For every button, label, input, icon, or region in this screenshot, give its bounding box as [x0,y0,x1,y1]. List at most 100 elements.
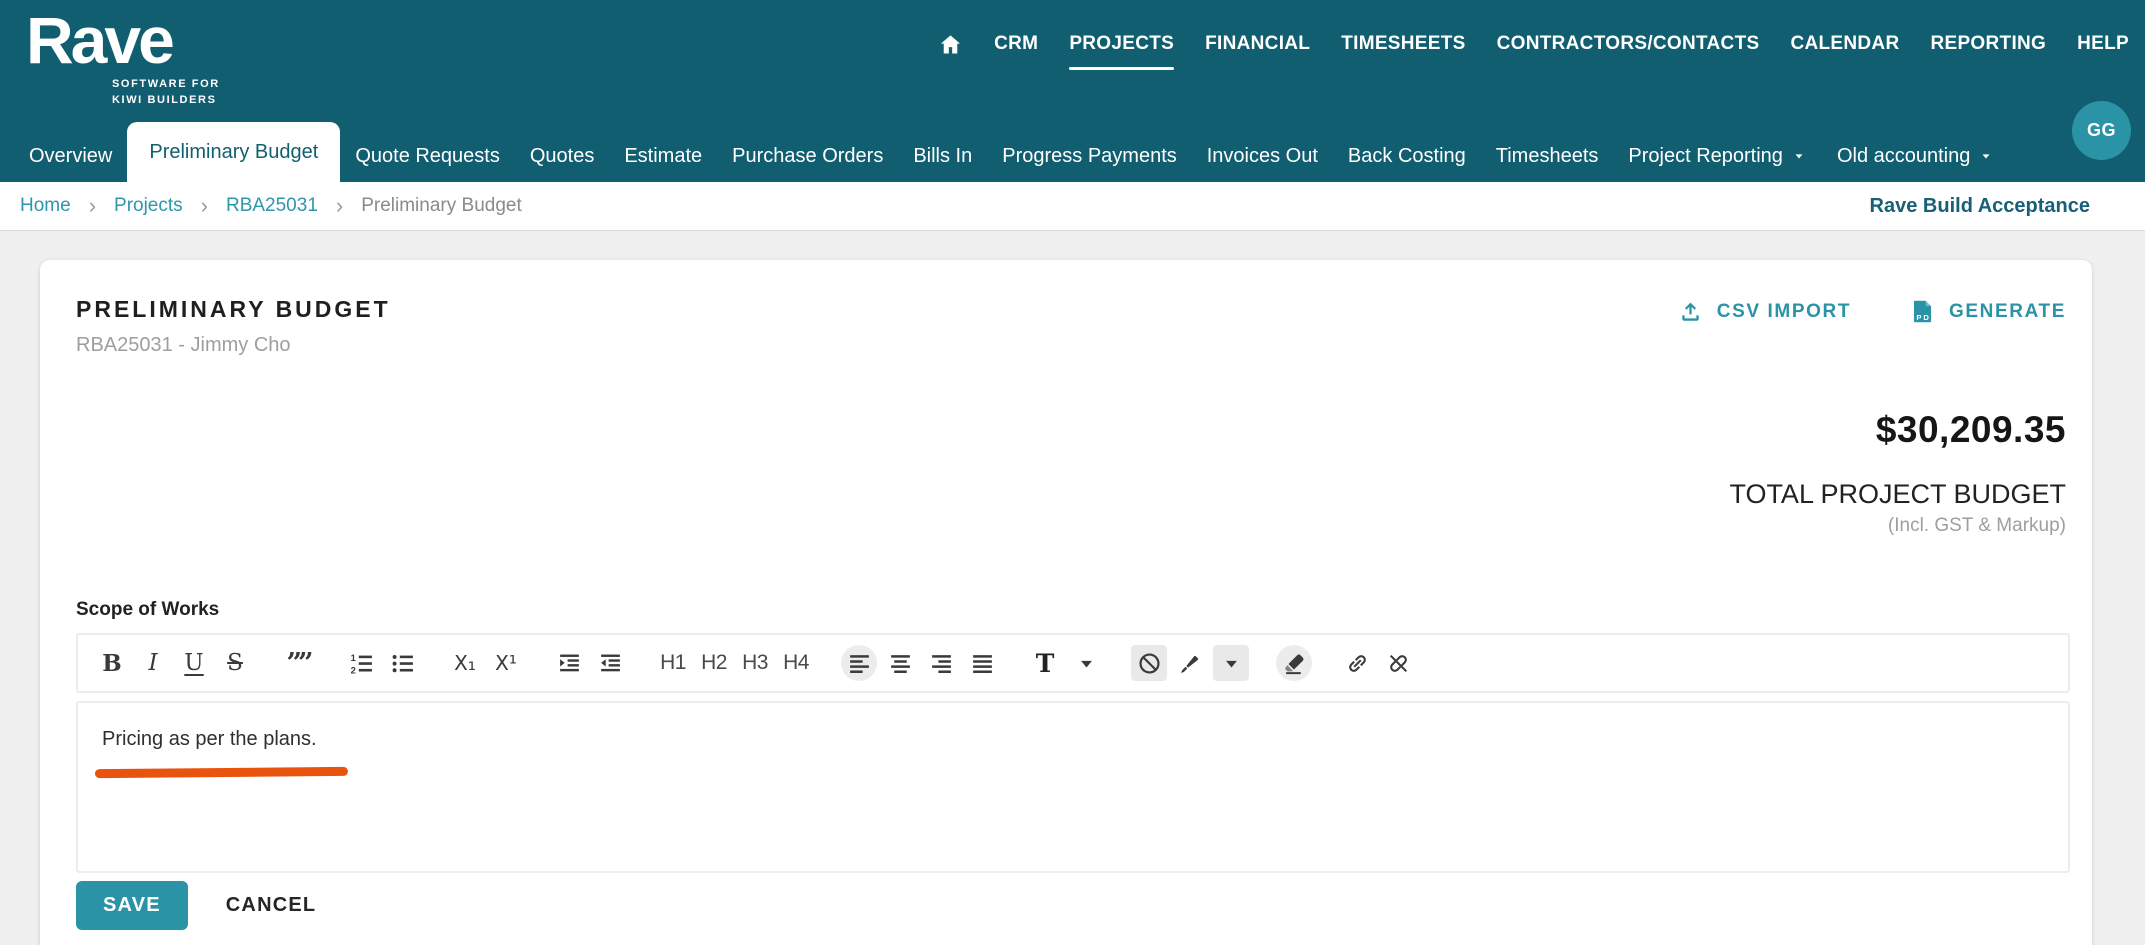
tab-old-accounting[interactable]: Old accounting [1822,130,2009,182]
outdent-icon [598,651,623,676]
outdent-button[interactable] [592,645,628,681]
nav-financial[interactable]: FINANCIAL [1205,33,1310,55]
cancel-button[interactable]: CANCEL [226,894,317,917]
align-right-icon [929,651,954,676]
pdf-file-icon: PDF [1909,298,1936,325]
tab-back-costing[interactable]: Back Costing [1333,130,1481,182]
tab-estimate[interactable]: Estimate [609,130,717,182]
nav-timesheets[interactable]: TIMESHEETS [1341,33,1465,55]
no-highlight-button[interactable] [1131,645,1167,681]
toolbar-group: ”” [280,645,316,681]
subscript-button[interactable]: X₁ [447,645,483,681]
strikethrough-button[interactable]: S [217,645,253,681]
nav-help[interactable]: HELP [2077,33,2129,55]
home-icon [938,32,963,57]
top-nav: CRM PROJECTS FINANCIAL TIMESHEETS CONTRACTOR… [938,14,2129,74]
editor-text: Pricing as per the plans. [102,728,317,750]
align-center-button[interactable] [882,645,918,681]
app-root: Rave SOFTWARE FOR KIWI BUILDERS CRM PROJE… [0,0,2145,945]
total-amount: $30,209.35 [1875,409,2066,450]
orange-annotation-line [94,766,349,779]
card-header: PRELIMINARY BUDGET RBA25031 - Jimmy Cho … [70,296,2076,357]
caret-down-icon [1074,651,1099,676]
eraser-button[interactable] [1276,645,1312,681]
toolbar-group [841,645,1000,681]
toolbar-group [551,645,628,681]
breadcrumb-right: Rave Build Acceptance [1870,195,2125,218]
nav-calendar[interactable]: CALENDAR [1790,33,1899,55]
app-header: Rave SOFTWARE FOR KIWI BUILDERS CRM PROJE… [0,0,2145,130]
total-label: TOTAL PROJECT BUDGET [1729,479,2066,509]
italic-button[interactable]: I [135,645,171,681]
bullet-list-button[interactable] [384,645,420,681]
superscript-button[interactable]: X¹ [488,645,524,681]
heading-4-button[interactable]: H4 [778,645,814,681]
align-center-icon [888,651,913,676]
project-selector-label: Rave Build Acceptance [1869,194,2090,217]
highlighter-icon [1178,651,1203,676]
nav-reporting[interactable]: REPORTING [1930,33,2046,55]
ordered-list-icon: 12 [349,651,374,676]
tab-overview[interactable]: Overview [14,130,127,182]
upload-icon [1677,298,1704,325]
heading-1-label: H1 [660,651,686,674]
link-button[interactable] [1339,645,1375,681]
generate-button[interactable]: PDF GENERATE [1909,298,2066,325]
tab-timesheets[interactable]: Timesheets [1481,130,1614,182]
breadcrumb-rba25031[interactable]: RBA25031 [226,195,318,217]
heading-2-button[interactable]: H2 [696,645,732,681]
avatar[interactable]: GG [2072,101,2131,160]
tab-quotes[interactable]: Quotes [515,130,609,182]
blockquote-button[interactable]: ”” [280,645,316,681]
align-justify-icon [970,651,995,676]
toolbar-group: T [1027,645,1104,681]
align-left-button[interactable] [841,645,877,681]
rich-text-editor: B I U S ”” 1 2 X₁ X¹ H1 H2 H3 H4 T Pricing as per the… [76,633,2070,873]
align-right-button[interactable] [923,645,959,681]
breadcrumb-projects[interactable]: Projects [114,195,183,217]
toolbar-group [1276,645,1312,681]
breadcrumb-home[interactable]: Home [20,195,71,217]
indent-button[interactable] [551,645,587,681]
nav-projects[interactable]: PROJECTS [1069,33,1174,70]
editor-toolbar: B I U S ”” 1 2 X₁ X¹ H1 H2 H3 H4 T [76,633,2070,693]
underline-label: U [184,650,204,676]
nav-contractors-contacts[interactable]: CONTRACTORS/CONTACTS [1497,33,1760,55]
total-block: $30,209.35 TOTAL PROJECT BUDGET (Incl. G… [70,409,2076,537]
scope-of-works-label: Scope of Works [76,599,220,620]
save-button[interactable]: SAVE [76,881,188,930]
text-style-dropdown-button[interactable] [1068,645,1104,681]
heading-4-label: H4 [783,651,809,674]
align-justify-button[interactable] [964,645,1000,681]
tab-quote-requests[interactable]: Quote Requests [340,130,515,182]
link-icon [1345,651,1370,676]
tab-purchase-orders[interactable]: Purchase Orders [717,130,898,182]
project-selector[interactable]: Rave Build Acceptance [1870,195,2099,218]
underline-button[interactable]: U [176,645,212,681]
nav-crm[interactable]: CRM [994,33,1038,55]
superscript-label: X¹ [495,651,517,675]
total-note: (Incl. GST & Markup) [1887,515,2066,536]
bullet-list-icon [390,651,415,676]
ordered-list-button[interactable]: 12 [343,645,379,681]
tab-invoices-out[interactable]: Invoices Out [1192,130,1333,182]
csv-import-button[interactable]: CSV IMPORT [1677,298,1851,325]
highlighter-button[interactable] [1172,645,1208,681]
text-style-button[interactable]: T [1027,645,1063,681]
bold-button[interactable]: B [94,645,130,681]
highlight-dropdown-button[interactable] [1213,645,1249,681]
heading-1-button[interactable]: H1 [655,645,691,681]
tab-project-reporting[interactable]: Project Reporting [1613,130,1822,182]
editor-content-area[interactable]: Pricing as per the plans. [76,701,2070,873]
tab-progress-payments[interactable]: Progress Payments [987,130,1192,182]
chevron-right-separator: › [200,193,208,218]
page-subtitle: RBA25031 - Jimmy Cho [76,334,291,356]
heading-3-button[interactable]: H3 [737,645,773,681]
italic-label: I [148,650,158,676]
heading-2-label: H2 [701,651,727,674]
tab-preliminary-budget[interactable]: Preliminary Budget [127,122,341,182]
tab-bills-in[interactable]: Bills In [898,130,987,182]
nav-home[interactable] [938,32,963,57]
unlink-button[interactable] [1380,645,1416,681]
caret-down-icon [1791,148,1807,164]
